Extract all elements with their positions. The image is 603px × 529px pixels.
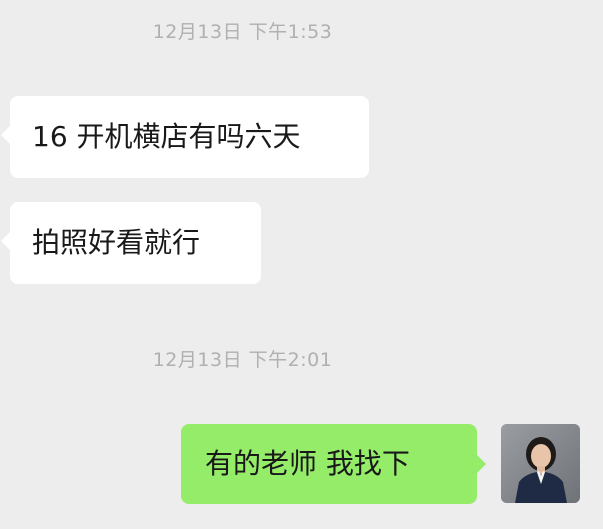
outgoing-message-bubble[interactable]: 有的老师 我找下 (181, 424, 486, 504)
incoming-message-bubble[interactable]: 拍照好看就行 (1, 202, 261, 284)
message-text: 拍照好看就行 (32, 226, 201, 259)
message-text: 有的老师 我找下 (205, 447, 410, 480)
incoming-message-bubble[interactable]: 16 开机横店有吗六天 (1, 96, 369, 178)
message-timestamp: 12月13日 下午1:53 (152, 21, 333, 43)
avatar-photo-icon (501, 424, 580, 503)
user-avatar-icon[interactable] (501, 424, 580, 503)
message-text: 16 开机横店有吗六天 (32, 120, 301, 153)
message-timestamp: 12月13日 下午2:01 (152, 349, 333, 371)
